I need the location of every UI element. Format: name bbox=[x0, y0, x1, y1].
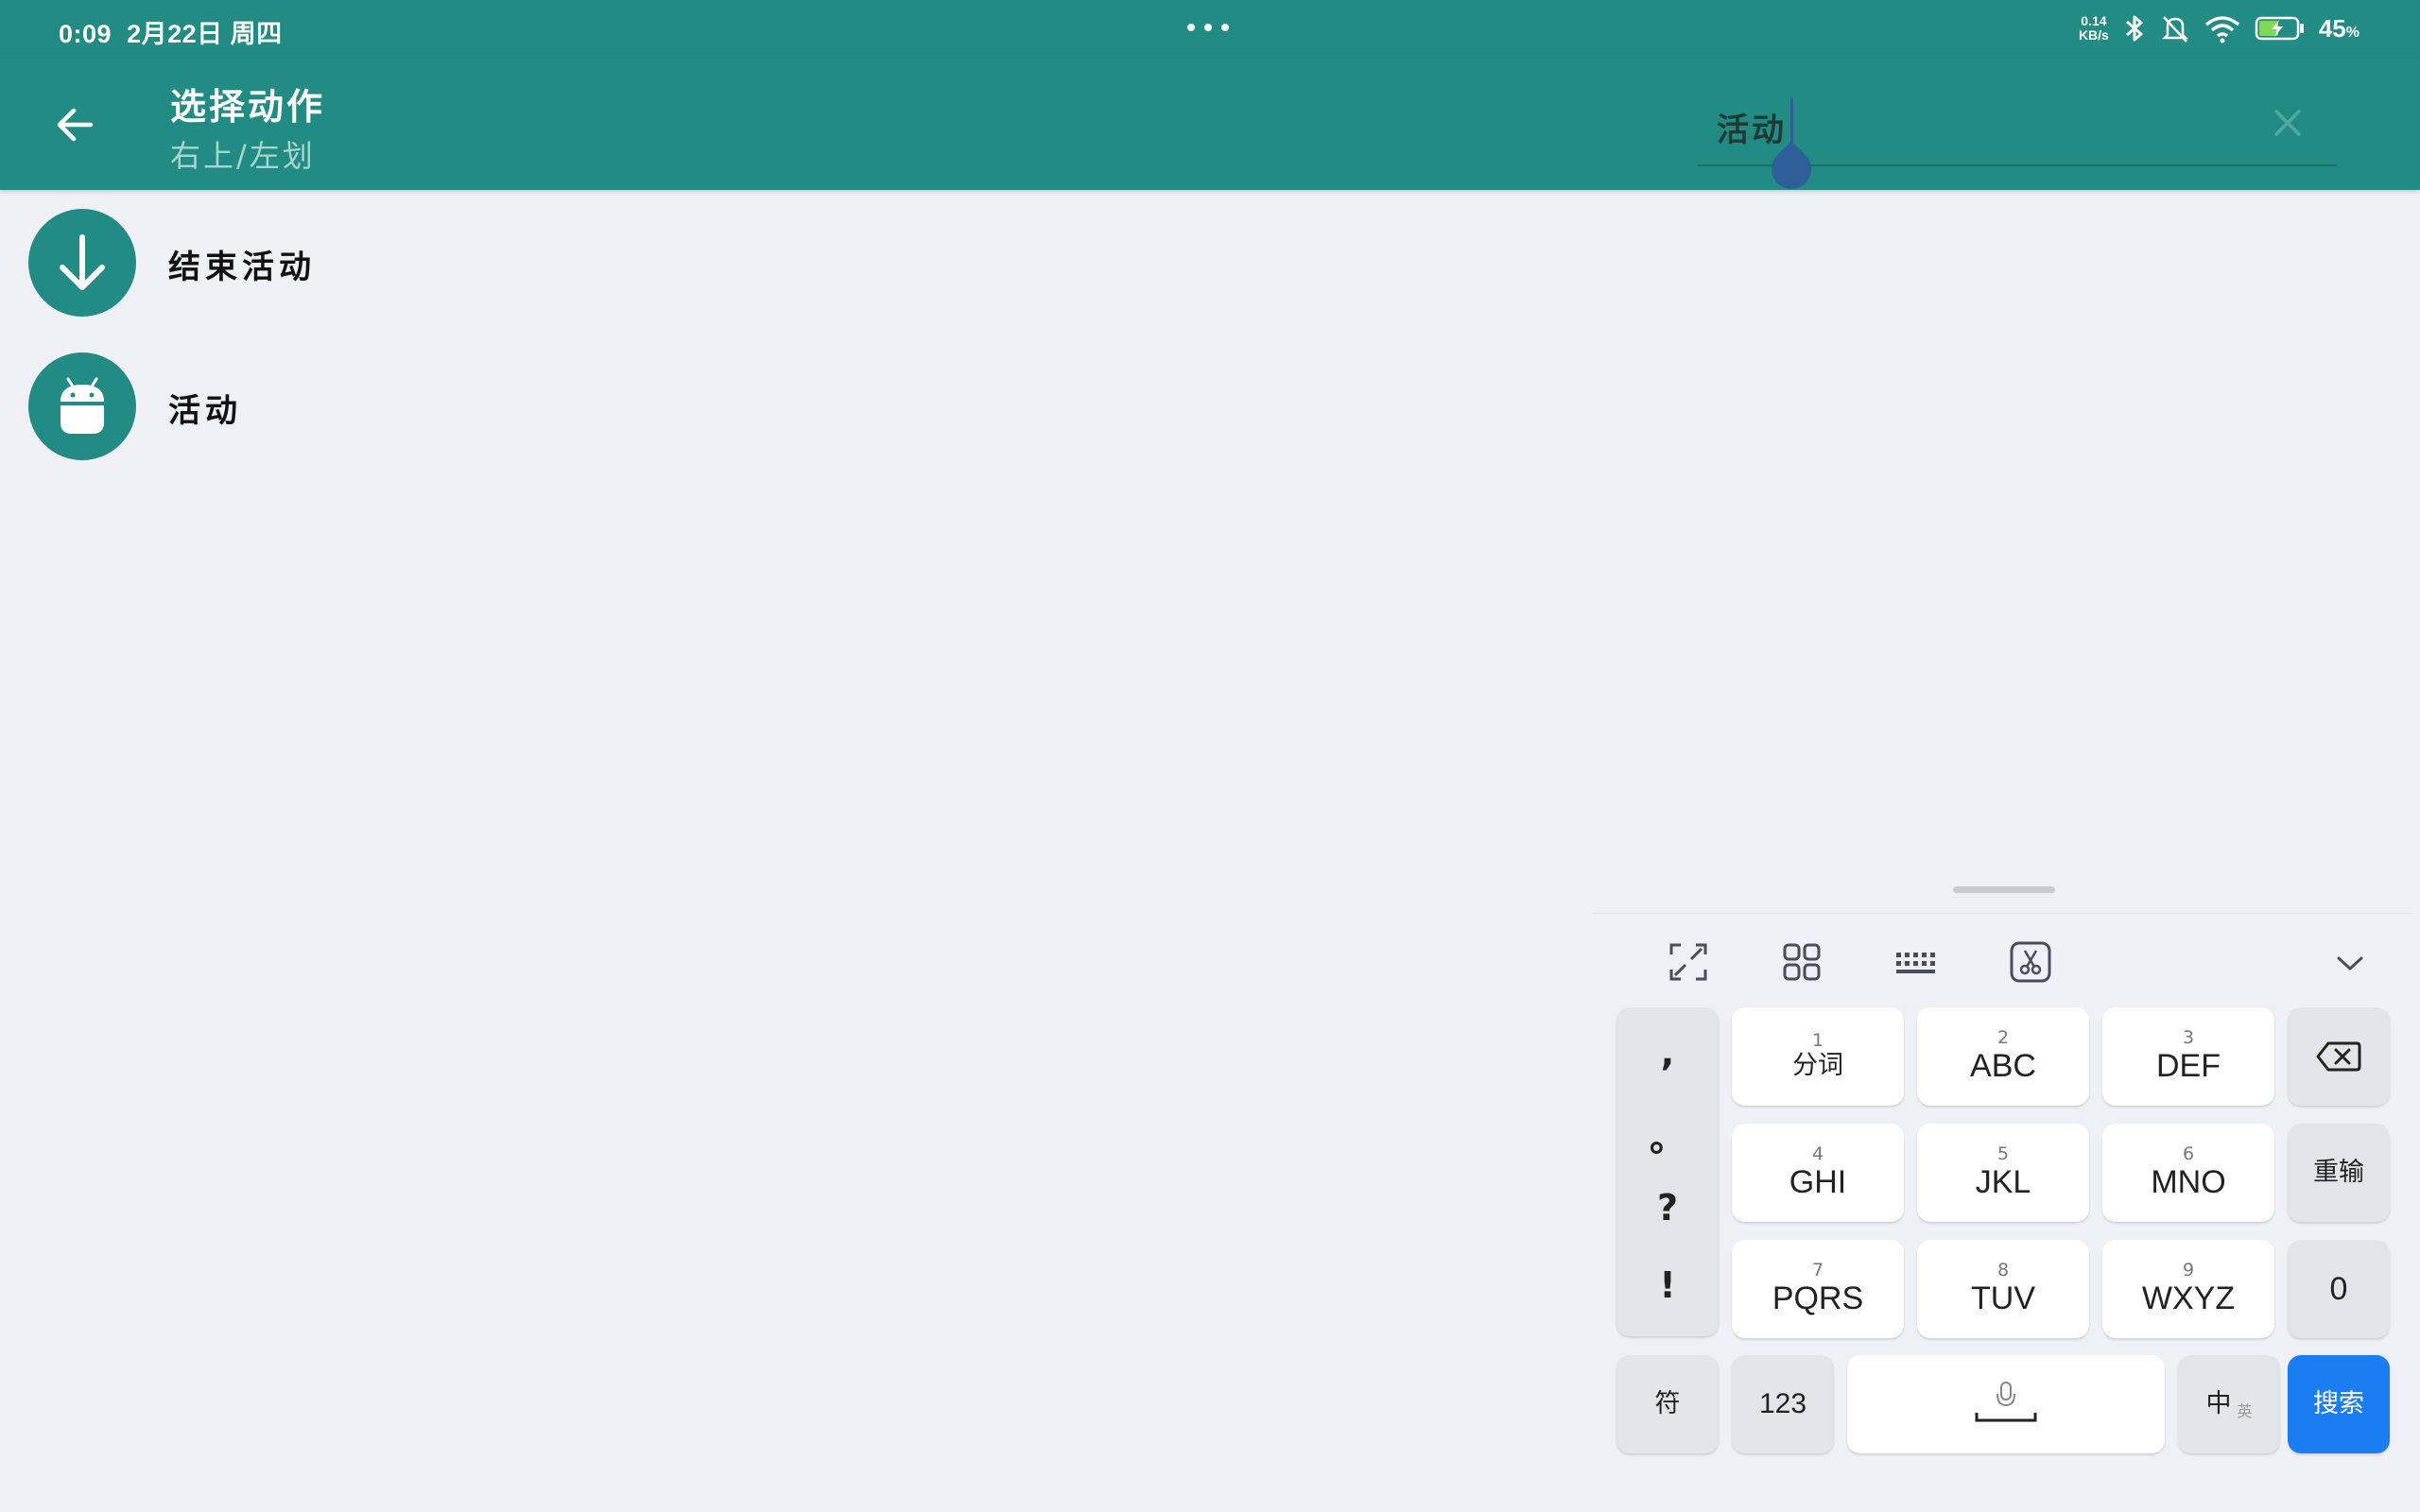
fullscreen-tool-button[interactable] bbox=[1660, 934, 1717, 990]
key-label: 0 bbox=[2329, 1271, 2348, 1307]
key-label: PQRS bbox=[1772, 1280, 1864, 1316]
space-key[interactable] bbox=[1847, 1355, 2165, 1453]
key-label: DEF bbox=[2156, 1048, 2221, 1084]
status-bar: 0:09 2月22日 周四 0.14 KB/s 45% bbox=[0, 0, 2420, 59]
clear-search-button[interactable] bbox=[2265, 100, 2310, 146]
keyboard-drag-handle[interactable] bbox=[1953, 886, 2055, 893]
arrow-left-icon bbox=[57, 108, 94, 142]
key-label: MNO bbox=[2151, 1164, 2226, 1200]
list-item-icon bbox=[28, 352, 136, 460]
page-subtitle: 右上/左划 bbox=[170, 138, 316, 174]
close-icon bbox=[2274, 110, 2301, 136]
key-label: WXYZ bbox=[2141, 1280, 2236, 1316]
status-time: 0:09 2月22日 周四 bbox=[59, 20, 283, 48]
key-3[interactable]: 3 DEF bbox=[2102, 1007, 2274, 1106]
language-switch-key[interactable]: 中 英 bbox=[2178, 1355, 2280, 1453]
back-button[interactable] bbox=[49, 98, 102, 151]
key-label: 中 bbox=[2205, 1389, 2232, 1418]
page-title: 选择动作 bbox=[170, 86, 326, 128]
list-item-icon bbox=[28, 209, 136, 317]
key-9[interactable]: 9 WXYZ bbox=[2102, 1240, 2274, 1338]
list-item-label: 结束活动 bbox=[168, 249, 316, 286]
key-number: 6 bbox=[2182, 1143, 2195, 1164]
key-8[interactable]: 8 TUV bbox=[1917, 1240, 2089, 1338]
app-bar: 选择动作 右上/左划 活动 bbox=[0, 59, 2420, 198]
android-icon bbox=[60, 377, 104, 434]
backspace-icon bbox=[2316, 1041, 2361, 1072]
battery-charging-icon bbox=[2255, 16, 2304, 41]
collapse-keyboard-button[interactable] bbox=[2322, 934, 2378, 990]
key-5[interactable]: 5 JKL bbox=[1917, 1124, 2089, 1222]
key-6[interactable]: 6 MNO bbox=[2102, 1124, 2274, 1222]
key-number: 9 bbox=[2182, 1260, 2195, 1280]
key-number: 4 bbox=[1811, 1143, 1824, 1164]
list-item[interactable]: 结束活动 bbox=[0, 192, 2420, 334]
clipboard-tool-button[interactable] bbox=[2002, 934, 2059, 990]
keyboard-icon bbox=[1896, 953, 1935, 973]
search-input[interactable]: 活动 bbox=[1698, 87, 2337, 198]
key-label: 123 bbox=[1758, 1388, 1807, 1419]
punct-key[interactable]: ? bbox=[1616, 1187, 1719, 1228]
key-sublabel: 英 bbox=[2237, 1402, 2253, 1420]
key-number: 7 bbox=[1811, 1260, 1824, 1280]
net-speed: 0.14 KB/s bbox=[2078, 13, 2109, 43]
key-label: JKL bbox=[1975, 1164, 2031, 1200]
punct-key[interactable]: 。 bbox=[1616, 1109, 1719, 1161]
backspace-key[interactable] bbox=[2288, 1007, 2390, 1106]
expand-icon bbox=[1669, 943, 1707, 981]
status-icons: 0.14 KB/s 45% bbox=[2079, 11, 2360, 45]
search-key[interactable]: 搜索 bbox=[2288, 1355, 2390, 1453]
key-label: 搜索 bbox=[2313, 1389, 2364, 1418]
bell-muted-icon bbox=[2161, 16, 2188, 43]
reenter-key[interactable]: 重输 bbox=[2288, 1124, 2390, 1222]
punctuation-column: , 。 ? ! bbox=[1616, 1007, 1719, 1336]
wifi-icon bbox=[2204, 16, 2239, 43]
key-number: 3 bbox=[2182, 1027, 2195, 1048]
key-1[interactable]: 1 分词 bbox=[1732, 1007, 1904, 1106]
search-input-value[interactable]: 活动 bbox=[1717, 104, 1787, 150]
key-label: ABC bbox=[1970, 1048, 2036, 1084]
key-2[interactable]: 2 ABC bbox=[1917, 1007, 2089, 1106]
microphone-icon bbox=[1975, 1382, 2037, 1422]
key-number: 5 bbox=[1996, 1143, 2010, 1164]
key-number: 2 bbox=[1996, 1027, 2010, 1048]
punct-key[interactable]: ! bbox=[1616, 1264, 1719, 1306]
bluetooth-icon bbox=[2125, 15, 2143, 42]
keyboard-layout-tool-button[interactable] bbox=[1887, 934, 1944, 990]
key-0[interactable]: 0 bbox=[2288, 1240, 2390, 1338]
numbers-key[interactable]: 123 bbox=[1732, 1355, 1834, 1453]
ime-keyboard: , 。 ? ! 1 分词 2 ABC 3 DEF 4 GHI 5 JKL 6 M… bbox=[1594, 866, 2412, 1512]
more-dots-icon[interactable] bbox=[1185, 21, 1233, 32]
grid-icon bbox=[1783, 943, 1821, 981]
key-label: TUV bbox=[1971, 1280, 2035, 1316]
scissors-icon bbox=[2010, 941, 2051, 983]
list-item[interactable]: 活动 bbox=[0, 335, 2420, 477]
chevron-down-icon bbox=[2337, 956, 2363, 971]
key-number: 8 bbox=[1996, 1260, 2010, 1280]
key-4[interactable]: 4 GHI bbox=[1732, 1124, 1904, 1222]
symbols-key[interactable]: 符 bbox=[1616, 1355, 1719, 1453]
key-label: GHI bbox=[1789, 1164, 1847, 1200]
key-number: 1 bbox=[1811, 1030, 1824, 1051]
key-label: 符 bbox=[1654, 1389, 1681, 1418]
list-item-label: 活动 bbox=[168, 392, 242, 430]
punct-key[interactable]: , bbox=[1616, 1032, 1719, 1074]
key-7[interactable]: 7 PQRS bbox=[1732, 1240, 1904, 1338]
battery-level: 45% bbox=[2318, 13, 2360, 43]
apps-tool-button[interactable] bbox=[1773, 934, 1830, 990]
key-label: 分词 bbox=[1792, 1051, 1843, 1080]
keyboard-divider bbox=[1594, 913, 2412, 914]
arrow-down-icon bbox=[60, 234, 105, 290]
key-label: 重输 bbox=[2313, 1158, 2364, 1187]
